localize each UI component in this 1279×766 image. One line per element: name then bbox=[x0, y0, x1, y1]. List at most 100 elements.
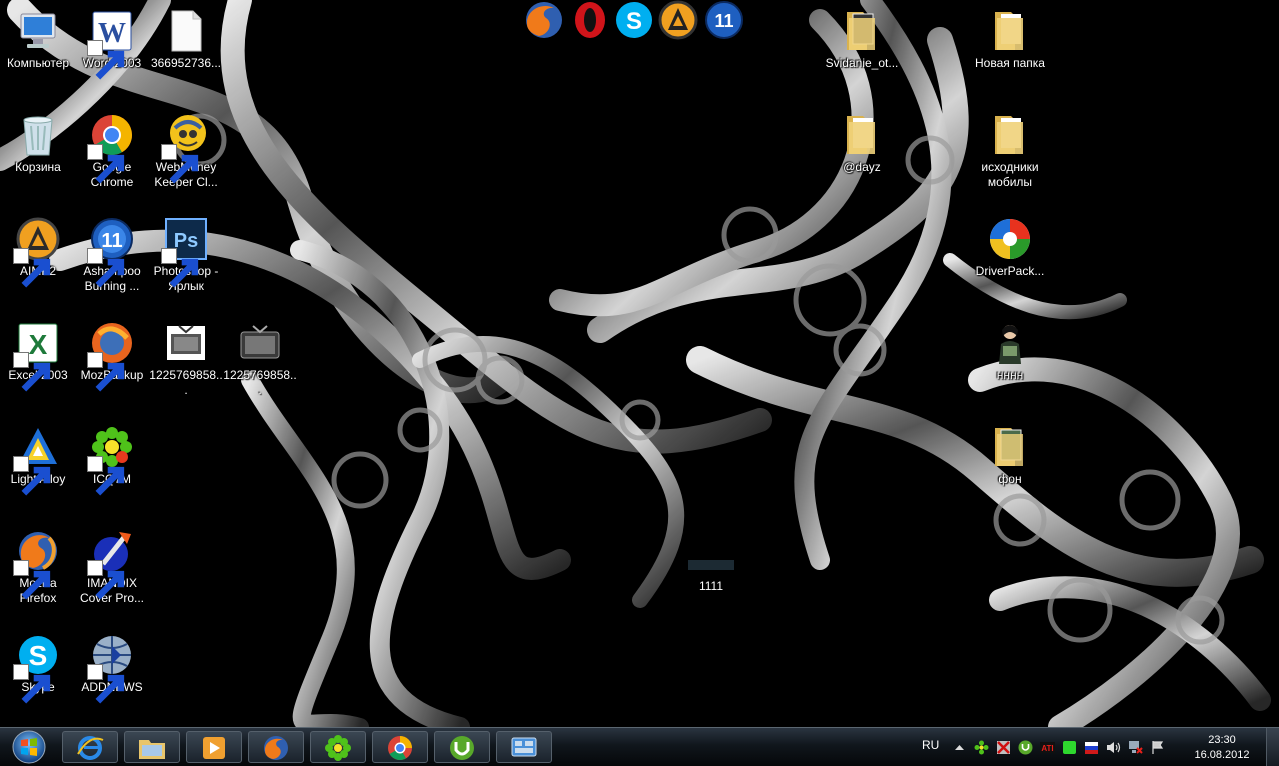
desktop-icon-person-image[interactable]: нннн bbox=[972, 312, 1048, 383]
explorer-folder-icon bbox=[139, 740, 165, 759]
shortcut-arrow-icon bbox=[13, 352, 51, 392]
desktop-icon-driverpack[interactable]: DriverPack... bbox=[972, 208, 1048, 279]
shortcut-arrow-icon bbox=[87, 352, 125, 392]
desktop-icon-word-2003[interactable]: W Word 2003 bbox=[74, 0, 150, 80]
desktop-icon-imandix[interactable]: IMANDIX Cover Pro... bbox=[74, 520, 150, 606]
desktop-icon-label: DriverPack... bbox=[975, 264, 1045, 278]
antivirus-tray-icon[interactable] bbox=[996, 740, 1011, 755]
tv-icon bbox=[167, 325, 205, 360]
svg-text:S: S bbox=[626, 8, 642, 35]
folder-icon bbox=[995, 12, 1023, 50]
desktop-icon-label: @dayz bbox=[843, 160, 881, 174]
computer-icon bbox=[20, 13, 56, 48]
taskbar: RU ATI 23:30 16.08.2012 bbox=[0, 727, 1279, 766]
driverpack-icon bbox=[990, 219, 1030, 259]
desktop-icon-tv-file-1[interactable]: 1225769858... bbox=[148, 312, 224, 398]
taskbar-internet-explorer[interactable] bbox=[62, 731, 118, 763]
svg-text:ATI: ATI bbox=[1041, 744, 1053, 753]
shortcut-arrow-icon bbox=[13, 248, 51, 288]
desktop-icon-svidanie-folder[interactable]: Svidanie_ot... bbox=[824, 0, 900, 71]
shortcut-arrow-icon bbox=[87, 40, 125, 80]
desktop-icon-addnews[interactable]: ADDNEWS bbox=[74, 624, 150, 704]
action-center-icon[interactable] bbox=[1150, 740, 1165, 755]
shortcut-arrow-icon bbox=[87, 248, 125, 288]
start-button[interactable] bbox=[4, 730, 54, 764]
desktop-icon-mozilla-firefox[interactable]: Mozilla Firefox bbox=[0, 520, 76, 606]
dock-opera-icon[interactable] bbox=[570, 0, 610, 40]
shortcut-arrow-icon bbox=[13, 456, 51, 496]
taskbar-explorer[interactable] bbox=[124, 731, 180, 763]
desktop-icon-label: 366952736... bbox=[150, 56, 222, 70]
recycle-bin-icon bbox=[23, 116, 53, 156]
shortcut-arrow-icon bbox=[13, 560, 51, 600]
desktop-icon-recycle-bin[interactable]: Корзина bbox=[0, 104, 76, 175]
shortcut-arrow-icon bbox=[87, 456, 125, 496]
desktop-icon-photoshop[interactable]: Ps Photoshop - Ярлык bbox=[148, 208, 224, 294]
language-indicator[interactable]: RU bbox=[922, 738, 939, 752]
taskbar-chrome[interactable] bbox=[372, 731, 428, 763]
folder-icon bbox=[995, 116, 1023, 154]
svg-text:11: 11 bbox=[714, 11, 733, 31]
desktop-icon-tv-file-2[interactable]: 1225769858... bbox=[222, 312, 298, 398]
icq-tray-icon[interactable] bbox=[974, 740, 989, 755]
desktop-icon-blank-file[interactable]: 366952736... bbox=[148, 0, 224, 71]
desktop-icon-excel-2003[interactable]: X Excel 2003 bbox=[0, 312, 76, 392]
desktop-icon-label: исходники мобилы bbox=[981, 160, 1039, 189]
volume-icon[interactable] bbox=[1106, 740, 1121, 755]
utorrent-icon bbox=[450, 736, 474, 760]
ati-tray-icon[interactable]: ATI bbox=[1040, 740, 1055, 755]
shortcut-arrow-icon bbox=[87, 664, 125, 704]
desktop-icon-mozbackup[interactable]: MozBackup bbox=[74, 312, 150, 392]
clock-time: 23:30 bbox=[1208, 734, 1236, 746]
desktop-icon-dayz-folder[interactable]: @dayz bbox=[824, 104, 900, 175]
dock-skype-icon[interactable]: S bbox=[614, 0, 654, 40]
shortcut-arrow-icon bbox=[87, 144, 125, 184]
media-player-icon bbox=[203, 737, 225, 759]
firefox-icon bbox=[264, 736, 288, 760]
desktop-icon-sources-folder[interactable]: исходники мобилы bbox=[972, 104, 1048, 190]
utorrent-tray-icon[interactable] bbox=[1018, 740, 1033, 755]
show-desktop-button[interactable] bbox=[1266, 728, 1279, 766]
file-thumbnail bbox=[688, 560, 734, 570]
network-off-icon[interactable] bbox=[1128, 740, 1143, 755]
blank-file-icon bbox=[171, 10, 202, 52]
desktop-icon-skype[interactable]: S Skype bbox=[0, 624, 76, 704]
dock-firefox-icon[interactable] bbox=[524, 0, 564, 40]
desktop-icon-icq7m[interactable]: ICQ7M bbox=[74, 416, 150, 496]
desktop-icon-aimp2[interactable]: AIMP2 bbox=[0, 208, 76, 288]
desktop-icon-light-alloy[interactable]: Light Alloy bbox=[0, 416, 76, 496]
dock-ashampoo-icon[interactable]: 11 bbox=[704, 0, 744, 40]
shortcut-arrow-icon bbox=[87, 560, 125, 600]
desktop-icon-fon-folder[interactable]: фон bbox=[972, 416, 1048, 487]
taskbar-media-player[interactable] bbox=[186, 731, 242, 763]
desktop-icon-1111[interactable]: 1111 bbox=[686, 560, 736, 593]
desktop-icon-new-folder[interactable]: Новая папка bbox=[972, 0, 1048, 71]
clock-date: 16.08.2012 bbox=[1194, 749, 1250, 761]
desktop-icon-label: Корзина bbox=[15, 160, 61, 174]
shortcut-arrow-icon bbox=[13, 664, 51, 704]
desktop-icon-computer[interactable]: Компьютер bbox=[0, 0, 76, 71]
taskbar-network-gadget[interactable] bbox=[496, 731, 552, 763]
show-hidden-icons-arrow[interactable] bbox=[952, 740, 967, 755]
clock[interactable]: 23:30 16.08.2012 bbox=[1186, 733, 1258, 763]
desktop-icon-label: Компьютер bbox=[6, 56, 70, 70]
desktop-icon-google-chrome[interactable]: Google Chrome bbox=[74, 104, 150, 190]
shortcut-arrow-icon bbox=[161, 248, 199, 288]
tv-icon bbox=[240, 325, 280, 359]
desktop-icon-label: 1225769858... bbox=[223, 368, 297, 397]
taskbar-utorrent[interactable] bbox=[434, 731, 490, 763]
taskbar-firefox[interactable] bbox=[248, 731, 304, 763]
taskbar-icq[interactable] bbox=[310, 731, 366, 763]
top-dock: S 11 bbox=[520, 0, 750, 42]
desktop-icon-ashampoo[interactable]: 11 Ashampoo Burning ... bbox=[74, 208, 150, 294]
green-status-icon[interactable] bbox=[1062, 740, 1077, 755]
desktop-icon-label: 1111 bbox=[698, 579, 724, 593]
network-gadget-icon bbox=[511, 737, 537, 757]
flag-icon[interactable] bbox=[1084, 740, 1099, 755]
icq-icon bbox=[325, 735, 351, 761]
system-tray: RU ATI 23:30 16.08.2012 bbox=[910, 728, 1279, 766]
dock-aimp-icon[interactable] bbox=[658, 0, 698, 40]
person-image-icon bbox=[999, 325, 1021, 364]
desktop-icon-label: фон bbox=[998, 472, 1022, 486]
desktop-icon-webmoney[interactable]: WebMoney Keeper Cl... bbox=[148, 104, 224, 190]
